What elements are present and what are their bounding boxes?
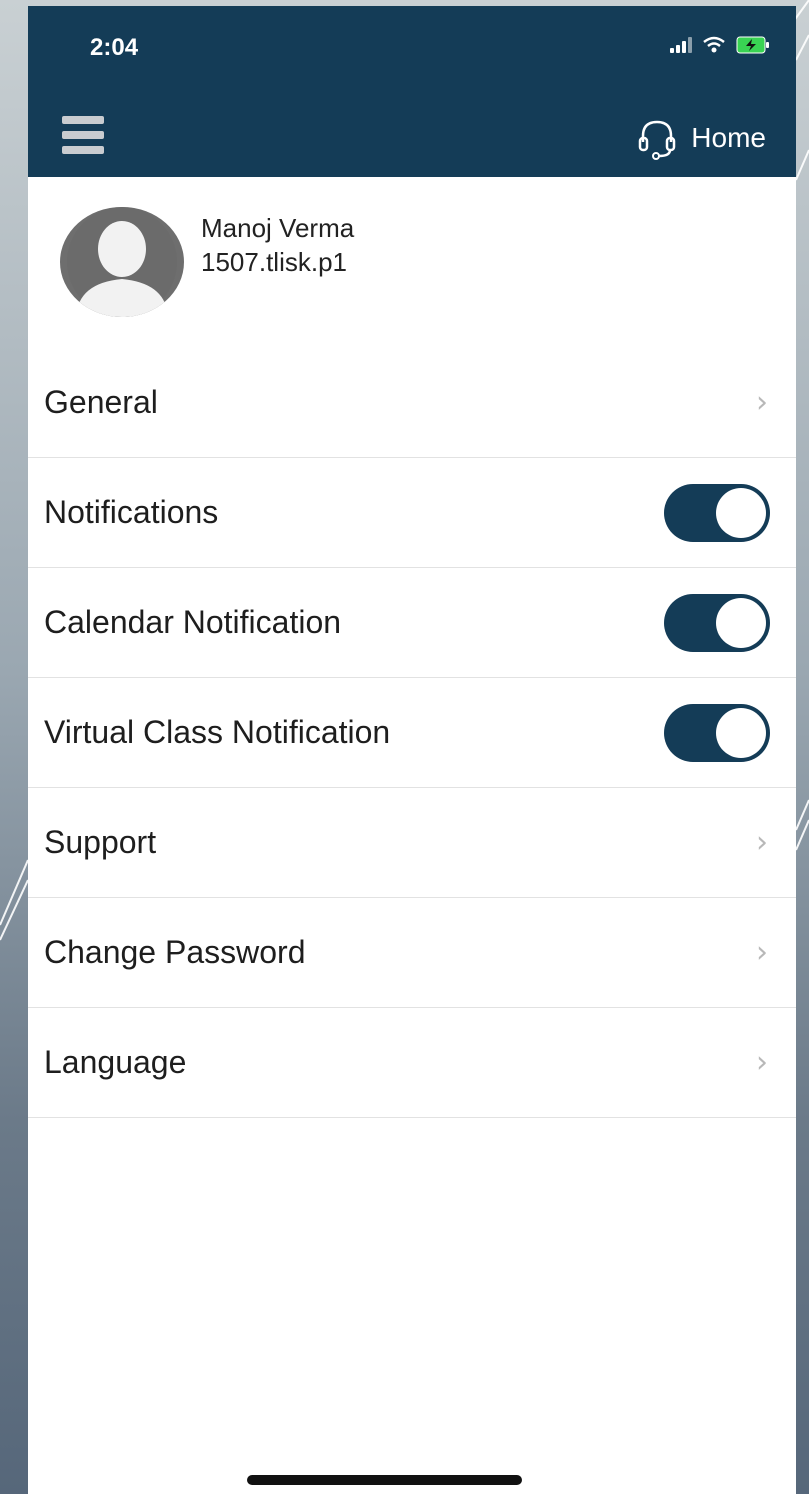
user-silhouette-icon <box>67 207 177 317</box>
notifications-toggle[interactable] <box>664 483 770 542</box>
settings-row-language[interactable]: Language › <box>28 1008 796 1118</box>
settings-row-general[interactable]: General › <box>28 348 796 458</box>
row-label: Support <box>44 824 157 860</box>
phone-screen: 2:04 Home Manoj Verma 1507.tlisk.p1 Gene… <box>28 6 796 1494</box>
chevron-right-icon: › <box>756 935 768 970</box>
wifi-icon <box>703 36 725 53</box>
virtual-class-notification-toggle[interactable] <box>664 703 770 762</box>
profile-section: Manoj Verma 1507.tlisk.p1 <box>28 177 796 337</box>
chevron-right-icon: › <box>756 1045 768 1080</box>
row-label: Virtual Class Notification <box>44 714 391 750</box>
avatar[interactable] <box>60 207 184 317</box>
row-label: Calendar Notification <box>44 604 342 640</box>
settings-row-change-password[interactable]: Change Password › <box>28 898 796 1008</box>
status-time: 2:04 <box>90 34 139 61</box>
status-icons <box>670 36 770 54</box>
row-label: Change Password <box>44 934 306 970</box>
profile-name: Manoj Verma <box>201 213 355 243</box>
calendar-notification-toggle[interactable] <box>664 593 770 652</box>
row-label: Language <box>44 1044 187 1080</box>
settings-row-virtual-class-notification: Virtual Class Notification <box>28 678 796 788</box>
row-label: General <box>44 384 158 420</box>
chevron-right-icon: › <box>756 825 768 860</box>
settings-row-calendar-notification: Calendar Notification <box>28 568 796 678</box>
home-button[interactable]: Home <box>637 116 766 160</box>
top-bar: 2:04 Home <box>28 6 796 177</box>
battery-icon <box>736 36 769 54</box>
home-indicator[interactable] <box>247 1475 522 1485</box>
home-label: Home <box>691 122 766 153</box>
headset-icon <box>639 120 676 160</box>
settings-list: General › Notifications Calendar Notific… <box>28 348 796 1118</box>
signal-icon <box>670 37 692 53</box>
hamburger-menu-icon[interactable] <box>62 116 104 154</box>
settings-row-support[interactable]: Support › <box>28 788 796 898</box>
chevron-right-icon: › <box>756 385 768 420</box>
row-label: Notifications <box>44 494 219 530</box>
settings-row-notifications: Notifications <box>28 458 796 568</box>
profile-user-id: 1507.tlisk.p1 <box>201 247 347 277</box>
